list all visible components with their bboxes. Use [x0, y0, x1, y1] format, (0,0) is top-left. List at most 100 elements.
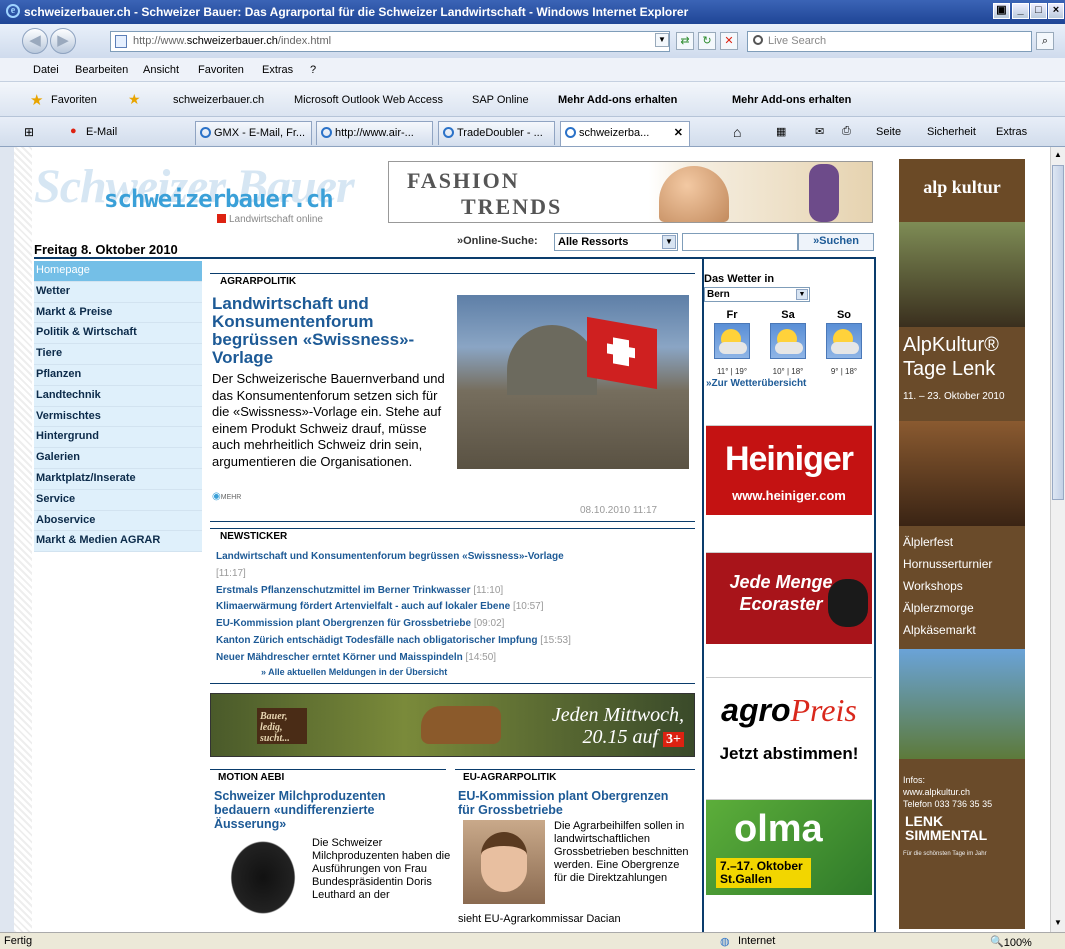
weather-overview-link[interactable]: »Zur Wetterübersicht	[706, 378, 806, 389]
menu-help[interactable]: ?	[310, 64, 316, 76]
nav-politik[interactable]: Politik & Wirtschaft	[34, 323, 202, 345]
model-image	[809, 164, 839, 222]
stop-icon[interactable]: ✕	[720, 32, 738, 50]
ticker-item[interactable]: Erstmals Pflanzenschutzmittel im Berner …	[216, 585, 503, 596]
refresh-icon[interactable]: ↻	[698, 32, 716, 50]
address-row: ◀ ▶ http://www.schweizerbauer.ch/index.h…	[0, 24, 1065, 58]
add-favorite-icon[interactable]: ★	[128, 91, 141, 108]
cattle-parade-photo	[899, 222, 1025, 327]
email-icon: ●	[70, 125, 77, 137]
search-button[interactable]: ⌕	[1036, 32, 1054, 50]
tab-bar: ⊞ ● E-Mail GMX - E-Mail, Fr... http://ww…	[0, 117, 1065, 147]
mail-icon[interactable]: ✉	[815, 125, 824, 138]
back-button[interactable]: ◀	[22, 28, 48, 54]
ticker-item[interactable]: EU-Kommission plant Obergrenzen für Gros…	[216, 618, 504, 629]
ticker-item[interactable]: Landwirtschaft und Konsumentenforum begr…	[216, 551, 564, 562]
lead-article: AGRARPOLITIK Landwirtschaft und Konsumen…	[210, 261, 695, 521]
article-headline[interactable]: EU-Kommission plant Obergrenzen für Gros…	[458, 789, 688, 817]
nav-markt-preise[interactable]: Markt & Preise	[34, 302, 202, 324]
nav-aboservice[interactable]: Aboservice	[34, 510, 202, 532]
dropdown-arrow-icon[interactable]: ▼	[655, 33, 669, 47]
menu-bearbeiten[interactable]: Bearbeiten	[75, 64, 128, 76]
favorites-button[interactable]: Favoriten	[51, 94, 97, 106]
zoom-level[interactable]: 🔍 100%	[990, 935, 1032, 949]
city-select[interactable]: Bern ▼	[704, 287, 810, 302]
section-heading: MOTION AEBI	[210, 769, 446, 783]
heiniger-ad[interactable]: Heiniger www.heiniger.com	[706, 425, 872, 515]
nav-hintergrund[interactable]: Hintergrund	[34, 427, 202, 449]
fav-sap[interactable]: SAP Online	[472, 94, 529, 106]
close-button[interactable]: ×	[1048, 3, 1064, 19]
online-search-input[interactable]	[682, 233, 798, 251]
cow-photo[interactable]	[219, 837, 299, 927]
nav-homepage[interactable]: Homepage	[34, 261, 202, 282]
fav-addons-1[interactable]: Mehr Add-ons erhalten	[558, 94, 677, 106]
ticker-item[interactable]: Neuer Mähdrescher erntet Körner und Mais…	[216, 652, 496, 663]
menu-datei[interactable]: Datei	[33, 64, 59, 76]
more-link[interactable]: ◉MEHR	[212, 491, 241, 502]
nav-vermischtes[interactable]: Vermischtes	[34, 406, 202, 428]
close-tab-icon: ✕	[673, 127, 683, 139]
olma-ad[interactable]: olma 7.–17. Oktober St.Gallen	[706, 799, 872, 895]
fav-schweizerbauer[interactable]: schweizerbauer.ch	[173, 94, 264, 106]
vertical-scrollbar[interactable]: ▲ ▼	[1050, 147, 1065, 932]
tab-schweizerbauer[interactable]: schweizerba... ✕	[560, 121, 690, 146]
email-tab[interactable]: E-Mail	[86, 126, 117, 138]
quick-tabs-icon[interactable]: ⊞	[24, 125, 34, 139]
favorites-bar: ★ Favoriten ★ schweizerbauer.ch Microsof…	[0, 82, 1065, 117]
chevron-down-icon: ▼	[662, 235, 676, 249]
nav-markt-medien[interactable]: Markt & Medien AGRAR	[34, 531, 202, 553]
lead-headline[interactable]: Landwirtschaft und Konsumentenforum begr…	[212, 295, 448, 367]
ticker-item[interactable]: Kanton Zürich entschädigt Todesfälle nac…	[216, 635, 571, 646]
nav-marktplatz[interactable]: Marktplatz/Inserate	[34, 468, 202, 490]
forward-button[interactable]: ▶	[50, 28, 76, 54]
ressort-select[interactable]: Alle Ressorts ▼	[554, 233, 678, 251]
site-logo[interactable]: Schweizer Bauer schweizerbauer.ch Landwi…	[34, 159, 374, 229]
tv-show-banner[interactable]: Bauer, ledig, sucht... Jeden Mittwoch, 2…	[210, 693, 695, 757]
maximize-button[interactable]: □	[1030, 3, 1047, 19]
ecoraster-ad[interactable]: Jede Menge Ecoraster	[706, 552, 872, 644]
agropreis-ad[interactable]: agroPreis Jetzt abstimmen!	[706, 677, 872, 777]
nav-galerien[interactable]: Galerien	[34, 448, 202, 469]
nav-wetter[interactable]: Wetter	[34, 281, 202, 303]
fav-outlook[interactable]: Microsoft Outlook Web Access	[294, 94, 443, 106]
nav-landtechnik[interactable]: Landtechnik	[34, 385, 202, 407]
nav-pflanzen[interactable]: Pflanzen	[34, 364, 202, 386]
weather-title: Das Wetter in	[704, 273, 775, 285]
page-menu[interactable]: Seite	[876, 126, 901, 138]
tab-tradedoubler[interactable]: TradeDoubler - ...	[438, 121, 555, 145]
bundeshaus-photo[interactable]	[457, 295, 689, 469]
main-navigation: Homepage Wetter Markt & Preise Politik &…	[34, 261, 202, 561]
feeds-icon[interactable]: ▦	[776, 125, 786, 138]
nav-tiere[interactable]: Tiere	[34, 344, 202, 365]
menu-favoriten[interactable]: Favoriten	[198, 64, 244, 76]
extras-menu[interactable]: Extras	[996, 126, 1027, 138]
tab-air[interactable]: http://www.air-...	[316, 121, 433, 145]
home-icon[interactable]: ⌂	[733, 124, 741, 140]
article-headline[interactable]: Schweizer Milchproduzenten bedauern «und…	[214, 789, 444, 831]
menu-ansicht[interactable]: Ansicht	[143, 64, 179, 76]
cow-head-image	[828, 579, 868, 627]
fav-addons-2[interactable]: Mehr Add-ons erhalten	[732, 94, 851, 106]
alpkultur-banner[interactable]: alp kultur AlpKultur® Tage Lenk 11. – 23.…	[899, 159, 1025, 929]
lead-timestamp: 08.10.2010 11:17	[580, 505, 658, 516]
all-news-link[interactable]: » Alle aktuellen Meldungen in der Übersi…	[261, 667, 447, 677]
tab-gmx[interactable]: GMX - E-Mail, Fr...	[195, 121, 312, 145]
nav-service[interactable]: Service	[34, 489, 202, 511]
print-icon[interactable]: ⎙	[842, 125, 851, 138]
security-menu[interactable]: Sicherheit	[927, 126, 976, 138]
compatibility-icon[interactable]: ⇄	[676, 32, 694, 50]
minimize-button[interactable]: _	[1012, 3, 1029, 19]
restore-icon[interactable]: ▣	[993, 3, 1010, 19]
ticker-item[interactable]: Klimaerwärmung fördert Artenvielfalt - a…	[216, 601, 544, 612]
search-submit-button[interactable]: »Suchen	[798, 233, 874, 251]
ticker-time: [11:17]	[216, 568, 246, 579]
menu-extras[interactable]: Extras	[262, 64, 293, 76]
address-bar[interactable]: http://www.schweizerbauer.ch/index.html	[110, 31, 670, 52]
search-input[interactable]: Live Search	[747, 31, 1032, 52]
commissioner-photo[interactable]	[463, 820, 545, 904]
fashion-trends-banner[interactable]: FASHION TRENDS	[388, 161, 873, 223]
address-url: http://www.schweizerbauer.ch/index.html	[133, 35, 332, 47]
status-text: Fertig	[4, 935, 33, 947]
browser-window: e schweizerbauer.ch - Schweizer Bauer: D…	[0, 0, 1065, 949]
